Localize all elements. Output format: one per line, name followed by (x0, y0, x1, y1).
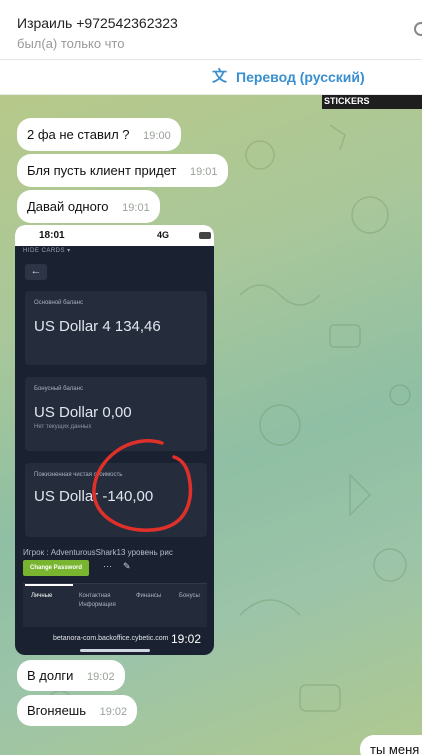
message-text: Давай одного (27, 199, 109, 214)
sticker-preview[interactable]: STICKERS (322, 95, 422, 109)
card-value: US Dollar 0,00 (34, 404, 132, 421)
contact-status: был(а) только что (17, 36, 125, 51)
battery-icon (199, 232, 211, 239)
sticker-preview-label: STICKERS (324, 96, 370, 106)
url-bar: betanora-com.backoffice.cybetic.com (53, 635, 169, 642)
message-text: Вгоняешь (27, 703, 87, 718)
translate-icon: 文 (212, 68, 228, 85)
change-password-button: Change Password (23, 560, 89, 576)
message-time: 19:02 (87, 671, 115, 683)
message-text: 2 фа не ставил ? (27, 127, 130, 142)
message-time: 19:02 (99, 706, 128, 718)
tab-contact: Контактная Информация (79, 593, 116, 608)
message-bubble-outgoing[interactable]: ты меня (360, 735, 422, 755)
message-bubble[interactable]: Бля пусть клиент придет 19:01 (17, 154, 228, 187)
profile-tabs: Личные Контактная Информация Финансы Бон… (23, 583, 207, 627)
screenshot-photo[interactable]: 18:01 4G HIDE CARDS ▾ ← Основной баланс … (15, 225, 214, 655)
card-label: Основной баланс (34, 300, 83, 306)
search-icon[interactable] (414, 22, 422, 36)
tab-personal: Личные (31, 593, 53, 599)
back-arrow-icon: ← (25, 264, 47, 280)
card-sub: Нет текущих данных (34, 424, 92, 430)
chat-header: Израиль +972542362323 был(а) только что (0, 0, 422, 60)
message-text: ты меня (370, 742, 420, 755)
message-bubble[interactable]: Давай одного 19:01 (17, 190, 160, 223)
hide-cards-toggle: HIDE CARDS ▾ (23, 248, 71, 254)
home-indicator (80, 649, 150, 652)
message-bubble[interactable]: Вгоняешь 19:02 (17, 695, 138, 726)
network-indicator: 4G (157, 230, 170, 240)
tab-finance: Финансы (136, 593, 162, 599)
edit-icon: ✎ (123, 561, 131, 571)
translate-label[interactable]: Перевод (русский) (236, 69, 365, 85)
message-time: 19:01 (122, 202, 150, 214)
more-icon: ··· (103, 561, 112, 571)
message-bubble[interactable]: В долги 19:02 (17, 660, 125, 691)
message-bubble[interactable]: 2 фа не ставил ? 19:00 (17, 118, 181, 151)
card-value: US Dollar 4 134,46 (34, 318, 161, 335)
phone-status-bar: 18:01 4G (15, 225, 214, 246)
red-highlight-circle (92, 439, 193, 532)
translate-bar[interactable]: 文 Перевод (русский) (0, 60, 422, 95)
message-time: 19:00 (143, 130, 171, 142)
contact-name[interactable]: Израиль +972542362323 (17, 15, 178, 31)
balance-card: Основной баланс US Dollar 4 134,46 (25, 291, 207, 365)
tab-bonus: Бонусы (179, 593, 200, 599)
phone-clock: 18:01 (39, 230, 65, 241)
photo-time: 19:02 (171, 632, 202, 646)
player-line: Игрок : AdventurousShark13 уровень рис (23, 548, 173, 557)
active-tab-indicator (25, 584, 73, 586)
card-label: Бонусный баланс (34, 386, 83, 392)
message-time: 19:01 (190, 166, 218, 178)
message-text: Бля пусть клиент придет (27, 163, 177, 178)
message-text: В долги (27, 668, 74, 683)
